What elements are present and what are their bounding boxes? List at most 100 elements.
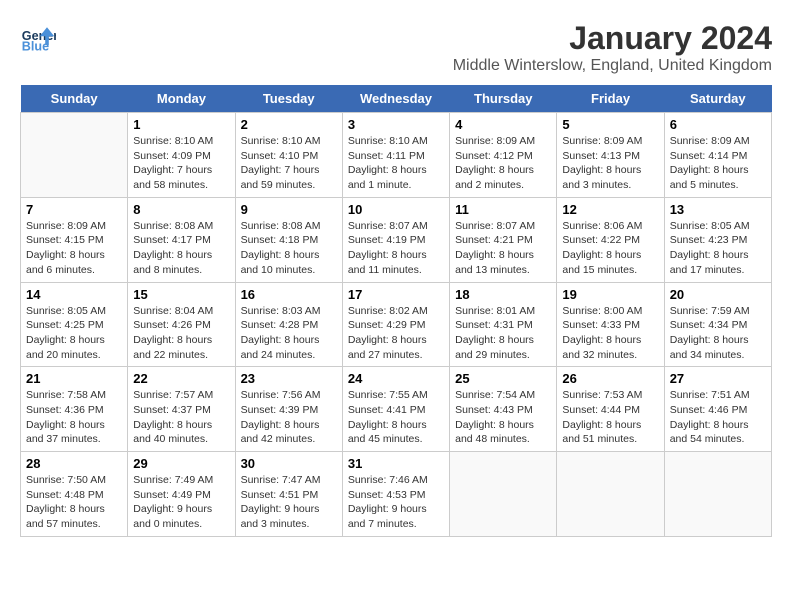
day-number: 15 (133, 287, 229, 302)
day-info: Sunrise: 7:57 AM Sunset: 4:37 PM Dayligh… (133, 388, 229, 447)
day-number: 27 (670, 371, 766, 386)
day-info: Sunrise: 8:10 AM Sunset: 4:10 PM Dayligh… (241, 134, 337, 193)
calendar-cell: 12Sunrise: 8:06 AM Sunset: 4:22 PM Dayli… (557, 197, 664, 282)
day-info: Sunrise: 7:59 AM Sunset: 4:34 PM Dayligh… (670, 304, 766, 363)
day-number: 10 (348, 202, 444, 217)
day-number: 6 (670, 117, 766, 132)
day-info: Sunrise: 8:04 AM Sunset: 4:26 PM Dayligh… (133, 304, 229, 363)
calendar-cell: 28 Sunrise: 7:50 AM Sunset: 4:48 PM Dayli… (21, 452, 128, 537)
day-number: 23 (241, 371, 337, 386)
day-info: Sunrise: 7:56 AM Sunset: 4:39 PM Dayligh… (241, 388, 337, 447)
day-header-wednesday: Wednesday (342, 85, 449, 113)
calendar-cell: 3 Sunrise: 8:10 AM Sunset: 4:11 PM Daylig… (342, 113, 449, 198)
calendar-cell (21, 113, 128, 198)
calendar-cell: 26 Sunrise: 7:53 AM Sunset: 4:44 PM Dayli… (557, 367, 664, 452)
day-number: 13 (670, 202, 766, 217)
calendar-cell (450, 452, 557, 537)
day-info: Sunrise: 8:02 AM Sunset: 4:29 PM Dayligh… (348, 304, 444, 363)
calendar-cell: 21Sunrise: 7:58 AM Sunset: 4:36 PM Dayli… (21, 367, 128, 452)
day-number: 25 (455, 371, 551, 386)
day-header-sunday: Sunday (21, 85, 128, 113)
calendar-cell (557, 452, 664, 537)
day-info: Sunrise: 7:53 AM Sunset: 4:44 PM Dayligh… (562, 388, 658, 447)
day-number: 3 (348, 117, 444, 132)
day-info: Sunrise: 8:07 AM Sunset: 4:21 PM Dayligh… (455, 219, 551, 278)
day-info: Sunrise: 8:10 AM Sunset: 4:11 PM Dayligh… (348, 134, 444, 193)
calendar-table: SundayMondayTuesdayWednesdayThursdayFrid… (20, 85, 772, 537)
logo: General Blue (20, 20, 60, 56)
day-number: 9 (241, 202, 337, 217)
day-info: Sunrise: 7:47 AM Sunset: 4:51 PM Dayligh… (241, 473, 337, 532)
day-info: Sunrise: 8:07 AM Sunset: 4:19 PM Dayligh… (348, 219, 444, 278)
day-info: Sunrise: 7:51 AM Sunset: 4:46 PM Dayligh… (670, 388, 766, 447)
day-number: 8 (133, 202, 229, 217)
day-number: 31 (348, 456, 444, 471)
svg-text:Blue: Blue (22, 40, 49, 54)
calendar-cell: 25Sunrise: 7:54 AM Sunset: 4:43 PM Dayli… (450, 367, 557, 452)
day-number: 5 (562, 117, 658, 132)
day-number: 4 (455, 117, 551, 132)
day-info: Sunrise: 8:05 AM Sunset: 4:25 PM Dayligh… (26, 304, 122, 363)
day-info: Sunrise: 7:50 AM Sunset: 4:48 PM Dayligh… (26, 473, 122, 532)
day-number: 16 (241, 287, 337, 302)
calendar-cell: 19Sunrise: 8:00 AM Sunset: 4:33 PM Dayli… (557, 282, 664, 367)
calendar-cell: 17 Sunrise: 8:02 AM Sunset: 4:29 PM Dayli… (342, 282, 449, 367)
day-info: Sunrise: 8:09 AM Sunset: 4:13 PM Dayligh… (562, 134, 658, 193)
day-number: 7 (26, 202, 122, 217)
title-area: January 2024 Middle Winterslow, England,… (453, 20, 772, 75)
calendar-cell: 7 Sunrise: 8:09 AM Sunset: 4:15 PM Daylig… (21, 197, 128, 282)
day-info: Sunrise: 8:08 AM Sunset: 4:18 PM Dayligh… (241, 219, 337, 278)
day-info: Sunrise: 8:03 AM Sunset: 4:28 PM Dayligh… (241, 304, 337, 363)
day-number: 21 (26, 371, 122, 386)
week-row-4: 21Sunrise: 7:58 AM Sunset: 4:36 PM Dayli… (21, 367, 772, 452)
day-number: 18 (455, 287, 551, 302)
day-info: Sunrise: 8:09 AM Sunset: 4:12 PM Dayligh… (455, 134, 551, 193)
day-info: Sunrise: 7:46 AM Sunset: 4:53 PM Dayligh… (348, 473, 444, 532)
day-number: 28 (26, 456, 122, 471)
day-number: 26 (562, 371, 658, 386)
day-number: 1 (133, 117, 229, 132)
calendar-title: January 2024 (453, 20, 772, 57)
day-number: 14 (26, 287, 122, 302)
day-number: 30 (241, 456, 337, 471)
calendar-cell: 31 Sunrise: 7:46 AM Sunset: 4:53 PM Dayli… (342, 452, 449, 537)
calendar-cell: 23 Sunrise: 7:56 AM Sunset: 4:39 PM Dayli… (235, 367, 342, 452)
calendar-cell: 18 Sunrise: 8:01 AM Sunset: 4:31 PM Dayli… (450, 282, 557, 367)
day-number: 11 (455, 202, 551, 217)
calendar-cell: 10 Sunrise: 8:07 AM Sunset: 4:19 PM Dayli… (342, 197, 449, 282)
day-number: 29 (133, 456, 229, 471)
logo-icon: General Blue (20, 20, 56, 56)
day-number: 19 (562, 287, 658, 302)
week-row-3: 14 Sunrise: 8:05 AM Sunset: 4:25 PM Dayli… (21, 282, 772, 367)
calendar-cell: 24Sunrise: 7:55 AM Sunset: 4:41 PM Dayli… (342, 367, 449, 452)
day-number: 20 (670, 287, 766, 302)
calendar-cell: 20 Sunrise: 7:59 AM Sunset: 4:34 PM Dayli… (664, 282, 771, 367)
day-header-monday: Monday (128, 85, 235, 113)
week-row-1: 1 Sunrise: 8:10 AM Sunset: 4:09 PM Daylig… (21, 113, 772, 198)
calendar-cell: 13Sunrise: 8:05 AM Sunset: 4:23 PM Dayli… (664, 197, 771, 282)
calendar-cell: 1 Sunrise: 8:10 AM Sunset: 4:09 PM Daylig… (128, 113, 235, 198)
day-header-saturday: Saturday (664, 85, 771, 113)
week-row-5: 28 Sunrise: 7:50 AM Sunset: 4:48 PM Dayli… (21, 452, 772, 537)
calendar-cell: 4 Sunrise: 8:09 AM Sunset: 4:12 PM Daylig… (450, 113, 557, 198)
page-header: General Blue January 2024 Middle Winters… (20, 20, 772, 75)
day-number: 12 (562, 202, 658, 217)
day-number: 17 (348, 287, 444, 302)
day-header-friday: Friday (557, 85, 664, 113)
day-number: 22 (133, 371, 229, 386)
calendar-cell: 22 Sunrise: 7:57 AM Sunset: 4:37 PM Dayli… (128, 367, 235, 452)
day-info: Sunrise: 8:09 AM Sunset: 4:15 PM Dayligh… (26, 219, 122, 278)
calendar-cell: 14 Sunrise: 8:05 AM Sunset: 4:25 PM Dayli… (21, 282, 128, 367)
day-header-tuesday: Tuesday (235, 85, 342, 113)
calendar-cell (664, 452, 771, 537)
day-info: Sunrise: 8:01 AM Sunset: 4:31 PM Dayligh… (455, 304, 551, 363)
day-info: Sunrise: 7:49 AM Sunset: 4:49 PM Dayligh… (133, 473, 229, 532)
calendar-cell: 5 Sunrise: 8:09 AM Sunset: 4:13 PM Daylig… (557, 113, 664, 198)
calendar-cell: 2 Sunrise: 8:10 AM Sunset: 4:10 PM Daylig… (235, 113, 342, 198)
calendar-cell: 6Sunrise: 8:09 AM Sunset: 4:14 PM Daylig… (664, 113, 771, 198)
day-number: 2 (241, 117, 337, 132)
calendar-cell: 9 Sunrise: 8:08 AM Sunset: 4:18 PM Daylig… (235, 197, 342, 282)
day-info: Sunrise: 8:10 AM Sunset: 4:09 PM Dayligh… (133, 134, 229, 193)
calendar-cell: 30 Sunrise: 7:47 AM Sunset: 4:51 PM Dayli… (235, 452, 342, 537)
calendar-cell: 29 Sunrise: 7:49 AM Sunset: 4:49 PM Dayli… (128, 452, 235, 537)
